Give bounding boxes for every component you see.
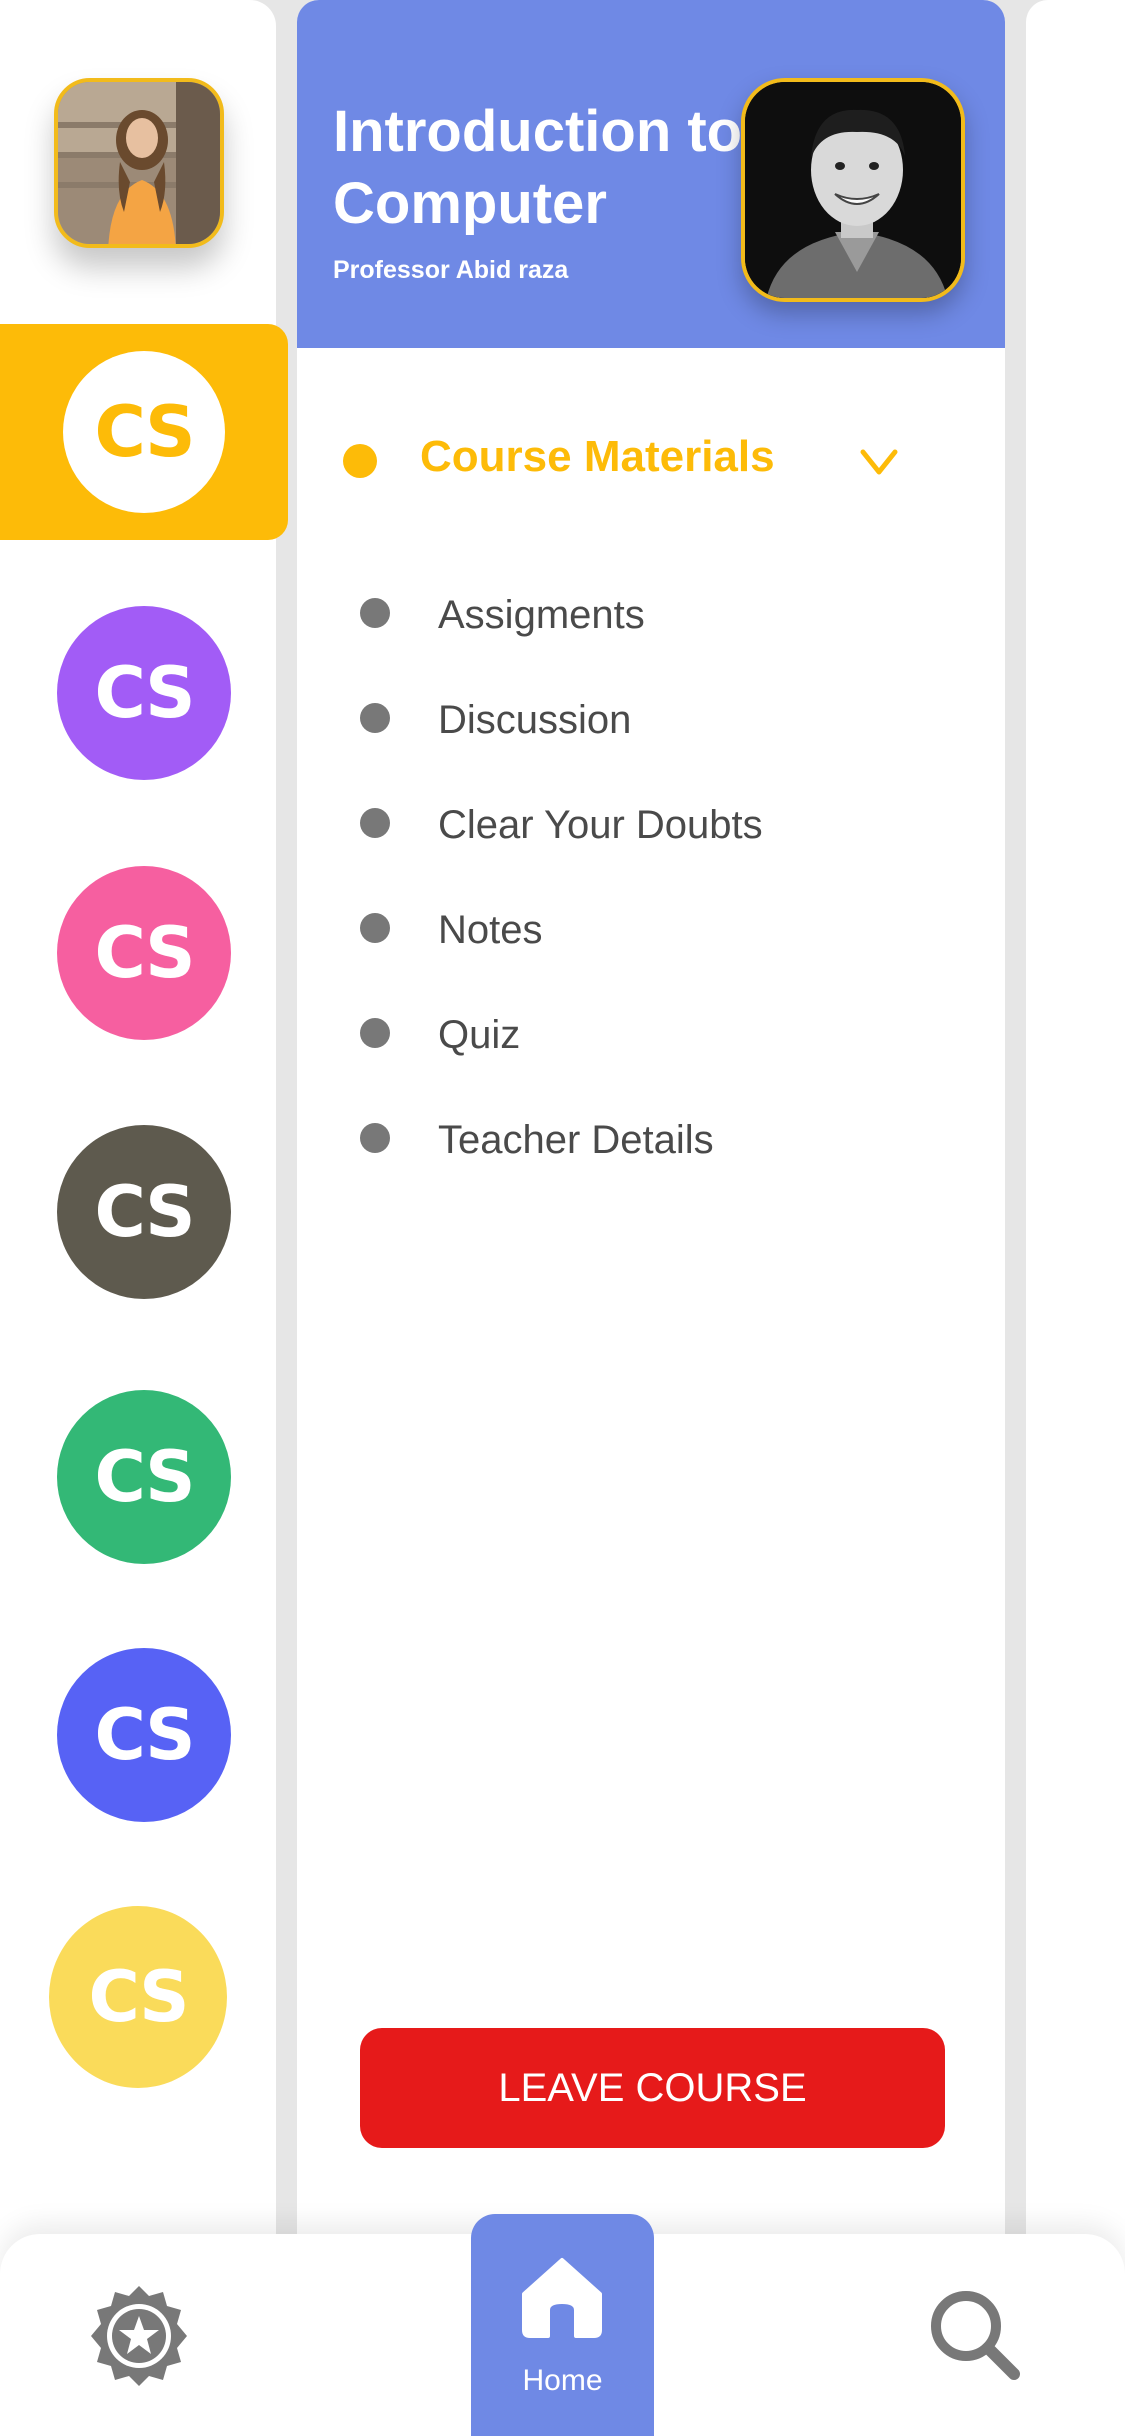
course-avatar[interactable]: CS <box>49 1906 227 2088</box>
user-avatar[interactable] <box>54 78 224 248</box>
material-item-discussion[interactable]: Discussion <box>297 678 1005 758</box>
materials-title: Course Materials <box>420 432 775 481</box>
badge-icon[interactable] <box>87 2284 191 2388</box>
course-avatar-active[interactable]: CS <box>63 351 225 513</box>
user-photo <box>58 82 220 244</box>
material-item-doubts[interactable]: Clear Your Doubts <box>297 783 1005 863</box>
course-avatar-label: CS <box>88 1956 189 2038</box>
course-avatar-label: CS <box>94 391 195 473</box>
chevron-down-icon[interactable] <box>859 442 899 482</box>
material-label: Teacher Details <box>438 1118 714 1162</box>
course-avatar[interactable]: CS <box>57 1390 231 1564</box>
material-item-notes[interactable]: Notes <box>297 888 1005 968</box>
home-label: Home <box>522 2364 603 2397</box>
material-label: Discussion <box>438 698 632 742</box>
bullet-icon <box>360 808 390 838</box>
material-item-quiz[interactable]: Quiz <box>297 993 1005 1073</box>
course-detail-card: Introduction to Computer Professor Abid … <box>297 0 1005 2436</box>
bullet-icon <box>360 913 390 943</box>
professor-photo[interactable] <box>741 78 965 302</box>
course-header: Introduction to Computer Professor Abid … <box>297 0 1005 348</box>
course-avatar-label: CS <box>94 912 195 994</box>
course-avatar[interactable]: CS <box>57 1125 231 1299</box>
course-title: Introduction to Computer <box>333 99 743 236</box>
materials-dot <box>343 444 377 478</box>
materials-dropdown[interactable]: Course Materials <box>297 420 1005 500</box>
bottom-nav: Home <box>0 2214 1125 2436</box>
next-card-edge <box>1026 0 1125 2436</box>
material-label: Clear Your Doubts <box>438 803 763 847</box>
material-label: Notes <box>438 908 543 952</box>
course-avatar-label: CS <box>94 1171 195 1253</box>
professor-portrait <box>745 82 961 298</box>
leave-course-button[interactable]: LEAVE COURSE <box>360 2028 945 2148</box>
bullet-icon <box>360 598 390 628</box>
course-screen: CS CS CS CS CS CS CS Introduction to Com… <box>0 0 1125 2436</box>
material-label: Assigments <box>438 593 645 637</box>
professor-name: Professor Abid raza <box>333 256 569 284</box>
bullet-icon <box>360 703 390 733</box>
course-sidebar: CS CS CS CS CS CS CS <box>0 0 288 2436</box>
course-avatar-label: CS <box>94 1694 195 1776</box>
course-avatar[interactable]: CS <box>57 606 231 780</box>
material-label: Quiz <box>438 1013 521 1057</box>
nav-home-tab[interactable]: Home <box>471 2214 654 2436</box>
bullet-icon <box>360 1123 390 1153</box>
course-avatar[interactable]: CS <box>57 866 231 1040</box>
course-avatar[interactable]: CS <box>57 1648 231 1822</box>
course-avatar-label: CS <box>94 1436 195 1518</box>
course-avatar-label: CS <box>94 652 195 734</box>
home-icon <box>522 2258 602 2338</box>
material-item-assignments[interactable]: Assigments <box>297 573 1005 653</box>
bullet-icon <box>360 1018 390 1048</box>
search-icon[interactable] <box>924 2284 1024 2384</box>
material-item-teacher-details[interactable]: Teacher Details <box>297 1098 1005 1178</box>
